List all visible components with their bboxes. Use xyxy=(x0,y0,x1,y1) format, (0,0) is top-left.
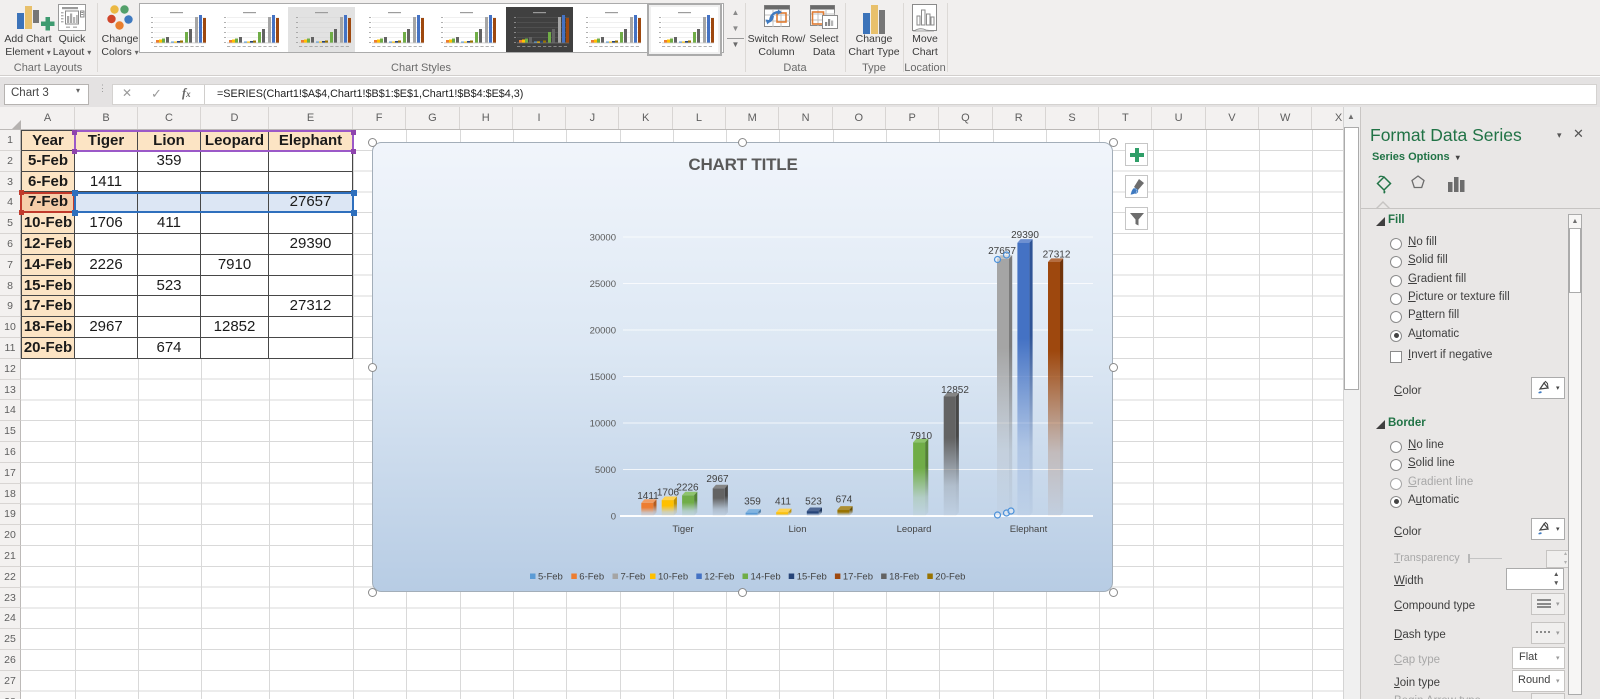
svg-text:Leopard: Leopard xyxy=(897,524,932,535)
svg-text:29390: 29390 xyxy=(1011,230,1039,241)
svg-text:5-Feb: 5-Feb xyxy=(538,572,563,583)
svg-text:0: 0 xyxy=(611,512,616,523)
svg-text:411: 411 xyxy=(775,497,791,508)
svg-text:CHART TITLE: CHART TITLE xyxy=(688,155,797,174)
svg-text:25000: 25000 xyxy=(590,279,616,290)
svg-text:10000: 10000 xyxy=(590,419,616,430)
svg-text:7-Feb: 7-Feb xyxy=(621,572,646,583)
svg-text:Lion: Lion xyxy=(789,524,807,535)
svg-text:15-Feb: 15-Feb xyxy=(797,572,827,583)
svg-text:30000: 30000 xyxy=(590,233,616,244)
svg-text:523: 523 xyxy=(805,497,822,508)
svg-text:12852: 12852 xyxy=(941,385,969,396)
svg-text:359: 359 xyxy=(744,497,761,508)
svg-text:2967: 2967 xyxy=(706,474,729,485)
svg-text:14-Feb: 14-Feb xyxy=(751,572,781,583)
svg-text:7910: 7910 xyxy=(910,431,933,442)
svg-text:Tiger: Tiger xyxy=(672,524,693,535)
svg-text:15000: 15000 xyxy=(590,372,616,383)
svg-text:27312: 27312 xyxy=(1043,250,1071,261)
svg-text:27657: 27657 xyxy=(988,246,1016,257)
svg-text:18-Feb: 18-Feb xyxy=(889,572,919,583)
svg-text:20000: 20000 xyxy=(590,326,616,337)
svg-text:6-Feb: 6-Feb xyxy=(579,572,604,583)
svg-text:Elephant: Elephant xyxy=(1010,524,1048,535)
svg-text:20-Feb: 20-Feb xyxy=(935,572,965,583)
svg-text:17-Feb: 17-Feb xyxy=(843,572,873,583)
svg-text:12-Feb: 12-Feb xyxy=(704,572,734,583)
svg-text:5000: 5000 xyxy=(595,465,616,476)
svg-text:10-Feb: 10-Feb xyxy=(658,572,688,583)
svg-text:674: 674 xyxy=(836,495,853,506)
svg-text:2226: 2226 xyxy=(676,483,699,494)
